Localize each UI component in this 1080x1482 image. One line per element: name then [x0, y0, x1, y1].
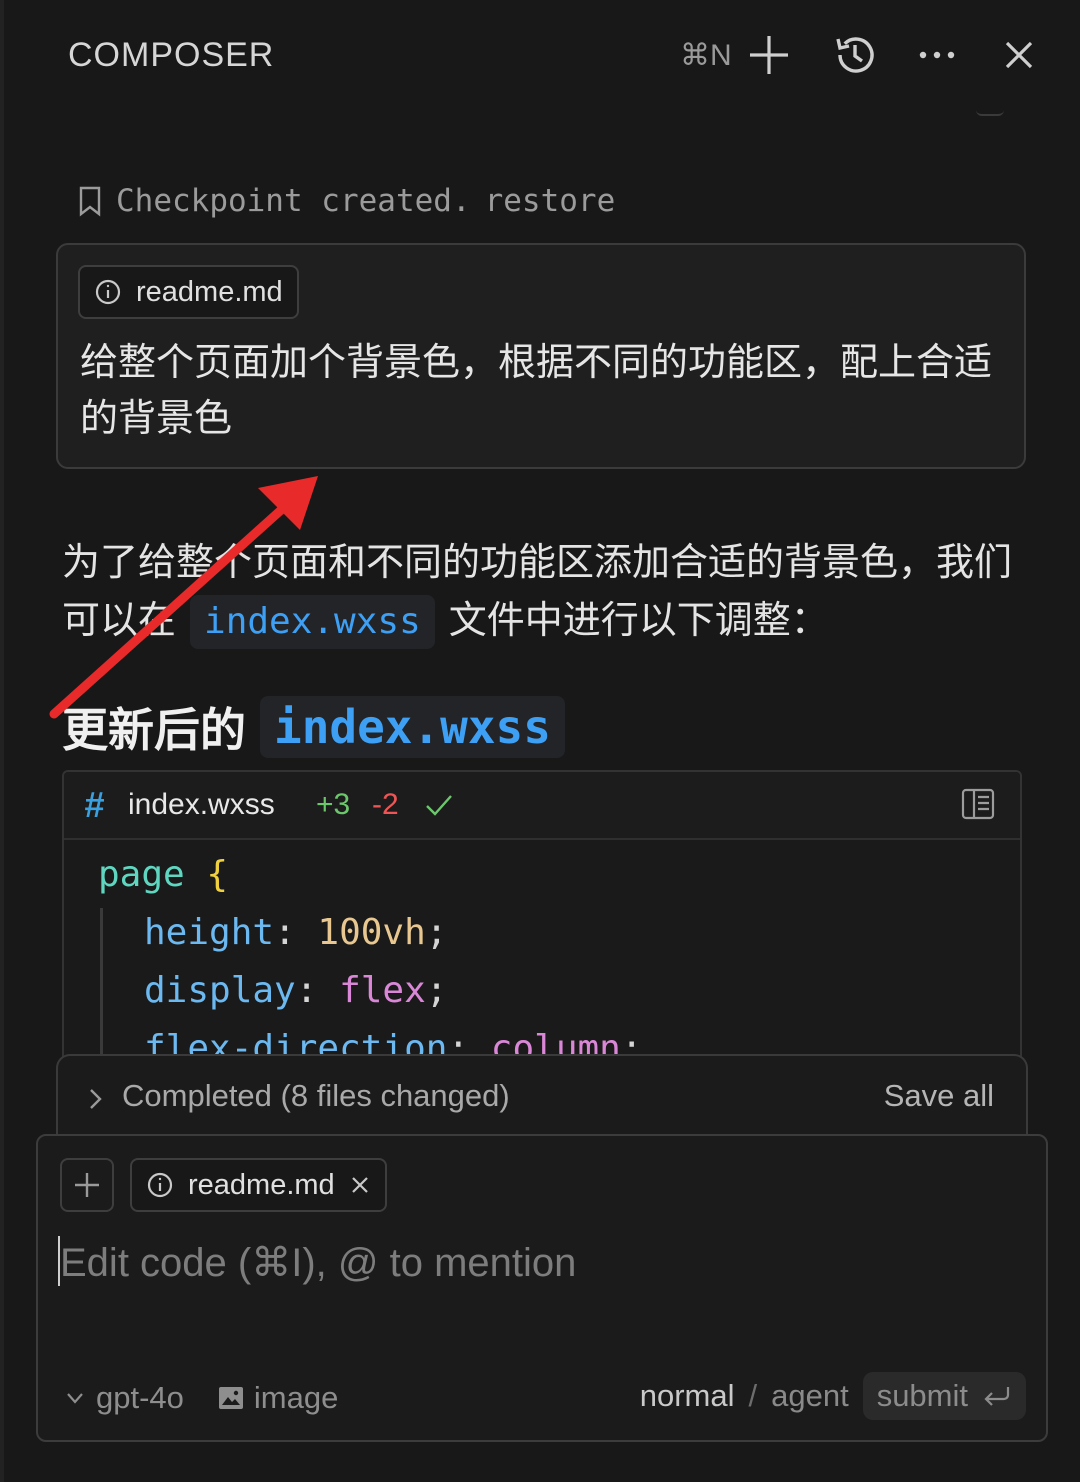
- context-chip[interactable]: readme.md: [130, 1158, 387, 1212]
- submit-button[interactable]: submit: [862, 1372, 1026, 1420]
- save-all-button[interactable]: Save all: [884, 1078, 994, 1114]
- new-chat-button[interactable]: [744, 30, 794, 80]
- enter-icon: [984, 1387, 1010, 1406]
- restore-link[interactable]: restore: [485, 183, 616, 219]
- add-context-button[interactable]: [60, 1158, 114, 1212]
- history-button[interactable]: [830, 30, 880, 80]
- code-line: display: flex;: [144, 970, 448, 1011]
- close-icon: [1005, 41, 1033, 69]
- history-icon: [836, 37, 874, 73]
- more-options-button[interactable]: [912, 30, 962, 80]
- mode-agent[interactable]: agent: [771, 1378, 849, 1414]
- side-panel-icon[interactable]: [960, 786, 996, 822]
- scroll-hint: [976, 98, 1004, 116]
- checkpoint-text: Checkpoint created.: [116, 183, 471, 219]
- chevron-down-icon: [67, 1393, 83, 1404]
- mode-controls: normal / agent submit: [640, 1372, 1026, 1420]
- code-filename: index.wxss: [128, 788, 275, 821]
- completed-status: Completed (8 files changed): [122, 1078, 510, 1113]
- plus-icon: [750, 36, 788, 74]
- heading-text: 更新后的: [62, 704, 246, 756]
- additions-count: +3: [316, 788, 351, 821]
- info-icon: [147, 1172, 173, 1198]
- assistant-text-after: 文件中进行以下调整：: [448, 600, 829, 642]
- chevron-right-icon[interactable]: [86, 1086, 104, 1112]
- new-chat-shortcut: ⌘N: [680, 39, 732, 72]
- code-block: # index.wxss +3 -2 page { height: 100vh;…: [62, 770, 1022, 1070]
- code-line: height: 100vh;: [144, 912, 448, 953]
- code-block-header[interactable]: # index.wxss +3 -2: [64, 772, 1020, 840]
- info-icon: [95, 279, 121, 305]
- bookmark-icon: [79, 186, 101, 217]
- composer-header: COMPOSER ⌘N: [0, 0, 1080, 116]
- heading-code: index.wxss: [260, 696, 565, 758]
- css-file-icon: #: [84, 784, 105, 825]
- panel-title: COMPOSER: [68, 36, 275, 74]
- close-button[interactable]: [994, 30, 1044, 80]
- panel-edge: [0, 0, 4, 1482]
- image-icon: [218, 1387, 243, 1409]
- submit-label: submit: [876, 1378, 968, 1413]
- mode-separator: /: [748, 1378, 758, 1413]
- changes-status-bar[interactable]: Completed (8 files changed) Save all: [56, 1054, 1028, 1140]
- image-button[interactable]: image: [254, 1380, 338, 1416]
- mode-normal[interactable]: normal: [640, 1378, 735, 1414]
- attachment-name: readme.md: [136, 275, 283, 308]
- more-icon: [919, 51, 955, 59]
- code-line: page {: [98, 854, 229, 895]
- remove-chip-icon[interactable]: [349, 1174, 371, 1196]
- model-name: gpt-4o: [96, 1380, 184, 1415]
- plus-icon: [75, 1173, 99, 1197]
- composer-panel: COMPOSER ⌘N Checkpoint created. restore …: [0, 0, 1080, 1482]
- user-message-text: 给整个页面加个背景色，根据不同的功能区，配上合适的背景色: [80, 342, 993, 440]
- attachment-chip[interactable]: readme.md: [78, 265, 299, 319]
- assistant-heading: 更新后的 index.wxss: [62, 694, 565, 760]
- composer-input-box: readme.md gpt-4o image normal / agent su…: [36, 1134, 1048, 1442]
- text-caret: [58, 1236, 60, 1286]
- indent-guide: [100, 908, 103, 1068]
- inline-code-filename: index.wxss: [190, 595, 435, 649]
- context-chip-name: readme.md: [188, 1168, 335, 1201]
- model-selector[interactable]: gpt-4o image: [64, 1380, 338, 1416]
- user-message[interactable]: readme.md 给整个页面加个背景色，根据不同的功能区，配上合适的背景色: [56, 243, 1026, 469]
- checkpoint-row: Checkpoint created. restore: [78, 178, 615, 224]
- composer-input[interactable]: [60, 1228, 1020, 1298]
- deletions-count: -2: [372, 788, 399, 821]
- assistant-paragraph: 为了给整个页面和不同的功能区添加合适的背景色，我们可以在 index.wxss 文件…: [62, 534, 1022, 650]
- check-icon: [426, 795, 452, 816]
